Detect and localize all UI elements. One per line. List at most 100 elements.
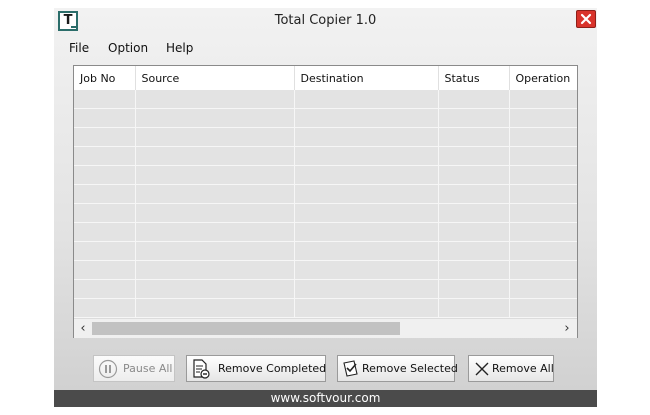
- table-row[interactable]: [74, 108, 577, 128]
- close-x-icon: [580, 13, 592, 25]
- selected-document-icon: [343, 360, 358, 377]
- table-cell: [509, 298, 577, 318]
- table-cell: [135, 222, 295, 242]
- table-cell: [74, 108, 136, 128]
- table-cell: [438, 108, 510, 128]
- table-cell: [294, 146, 439, 166]
- table-cell: [509, 279, 577, 299]
- table-row[interactable]: [74, 203, 577, 223]
- table-cell: [74, 203, 136, 223]
- jobs-table[interactable]: Job No Source Destination Status Operati…: [73, 65, 578, 338]
- column-header-operation[interactable]: Operation: [509, 66, 577, 90]
- table-cell: [135, 108, 295, 128]
- column-header-job-no[interactable]: Job No: [74, 66, 136, 90]
- table-row[interactable]: [74, 222, 577, 242]
- table-cell: [509, 260, 577, 280]
- table-cell: [438, 222, 510, 242]
- table-cell: [294, 184, 439, 204]
- app-window: T Total Copier 1.0 File Option Help Job …: [54, 8, 597, 407]
- menu-option[interactable]: Option: [108, 41, 148, 55]
- table-cell: [135, 260, 295, 280]
- table-cell: [509, 108, 577, 128]
- column-header-status[interactable]: Status: [438, 66, 510, 90]
- footer-website[interactable]: www.softvour.com: [54, 390, 597, 407]
- table-cell: [74, 241, 136, 261]
- table-cell: [509, 165, 577, 185]
- close-x-icon: [475, 362, 489, 376]
- remove-completed-label: Remove Completed: [218, 362, 327, 375]
- table-cell: [294, 222, 439, 242]
- table-row[interactable]: [74, 279, 577, 299]
- table-cell: [74, 146, 136, 166]
- table-cell: [74, 184, 136, 204]
- table-cell: [74, 165, 136, 185]
- table-cell: [74, 222, 136, 242]
- remove-completed-button[interactable]: Remove Completed: [186, 355, 326, 382]
- table-header-row: Job No Source Destination Status Operati…: [74, 66, 577, 90]
- table-cell: [438, 260, 510, 280]
- table-cell: [294, 241, 439, 261]
- table-cell: [74, 260, 136, 280]
- table-row[interactable]: [74, 260, 577, 280]
- remove-selected-label: Remove Selected: [362, 362, 458, 375]
- table-cell: [438, 241, 510, 261]
- table-cell: [438, 184, 510, 204]
- table-cell: [509, 127, 577, 147]
- table-cell: [135, 146, 295, 166]
- table-cell: [74, 127, 136, 147]
- table-cell: [294, 108, 439, 128]
- table-cell: [509, 184, 577, 204]
- table-cell: [509, 203, 577, 223]
- window-title: Total Copier 1.0: [274, 13, 377, 28]
- table-cell: [438, 165, 510, 185]
- table-cell: [438, 203, 510, 223]
- table-row[interactable]: [74, 298, 577, 318]
- scrollbar-thumb[interactable]: [92, 322, 400, 335]
- table-cell: [294, 165, 439, 185]
- table-cell: [135, 127, 295, 147]
- table-cell: [135, 90, 295, 109]
- table-cell: [74, 90, 136, 109]
- table-cell: [135, 165, 295, 185]
- menu-bar: File Option Help: [54, 40, 597, 60]
- column-header-destination[interactable]: Destination: [294, 66, 439, 90]
- table-cell: [294, 279, 439, 299]
- close-button[interactable]: [576, 10, 596, 28]
- table-cell: [438, 298, 510, 318]
- scroll-right-icon[interactable]: ›: [560, 321, 574, 336]
- pause-icon: [98, 359, 118, 379]
- remove-selected-button[interactable]: Remove Selected: [337, 355, 458, 382]
- remove-all-label: Remove All: [492, 362, 554, 375]
- table-row[interactable]: [74, 184, 577, 204]
- table-cell: [135, 203, 295, 223]
- table-cell: [294, 127, 439, 147]
- horizontal-scrollbar[interactable]: ‹ ›: [74, 318, 577, 338]
- table-cell: [294, 90, 439, 109]
- table-cell: [294, 298, 439, 318]
- table-row[interactable]: [74, 127, 577, 147]
- table-cell: [74, 279, 136, 299]
- table-row[interactable]: [74, 165, 577, 185]
- table-cell: [135, 279, 295, 299]
- document-remove-icon: [193, 359, 210, 379]
- menu-file[interactable]: File: [69, 41, 89, 55]
- table-cell: [438, 90, 510, 109]
- table-cell: [509, 241, 577, 261]
- title-bar[interactable]: T Total Copier 1.0: [54, 8, 597, 35]
- remove-all-button[interactable]: Remove All: [468, 355, 554, 382]
- column-header-source[interactable]: Source: [135, 66, 295, 90]
- table-cell: [135, 184, 295, 204]
- table-body: [74, 90, 577, 337]
- table-row[interactable]: [74, 241, 577, 261]
- menu-help[interactable]: Help: [166, 41, 193, 55]
- pause-all-label: Pause All: [123, 362, 173, 375]
- table-cell: [438, 146, 510, 166]
- table-row[interactable]: [74, 146, 577, 166]
- table-cell: [509, 222, 577, 242]
- pause-all-button[interactable]: Pause All: [93, 355, 175, 382]
- table-cell: [294, 260, 439, 280]
- table-row[interactable]: [74, 90, 577, 109]
- scroll-left-icon[interactable]: ‹: [76, 321, 90, 336]
- table-cell: [135, 241, 295, 261]
- table-cell: [74, 298, 136, 318]
